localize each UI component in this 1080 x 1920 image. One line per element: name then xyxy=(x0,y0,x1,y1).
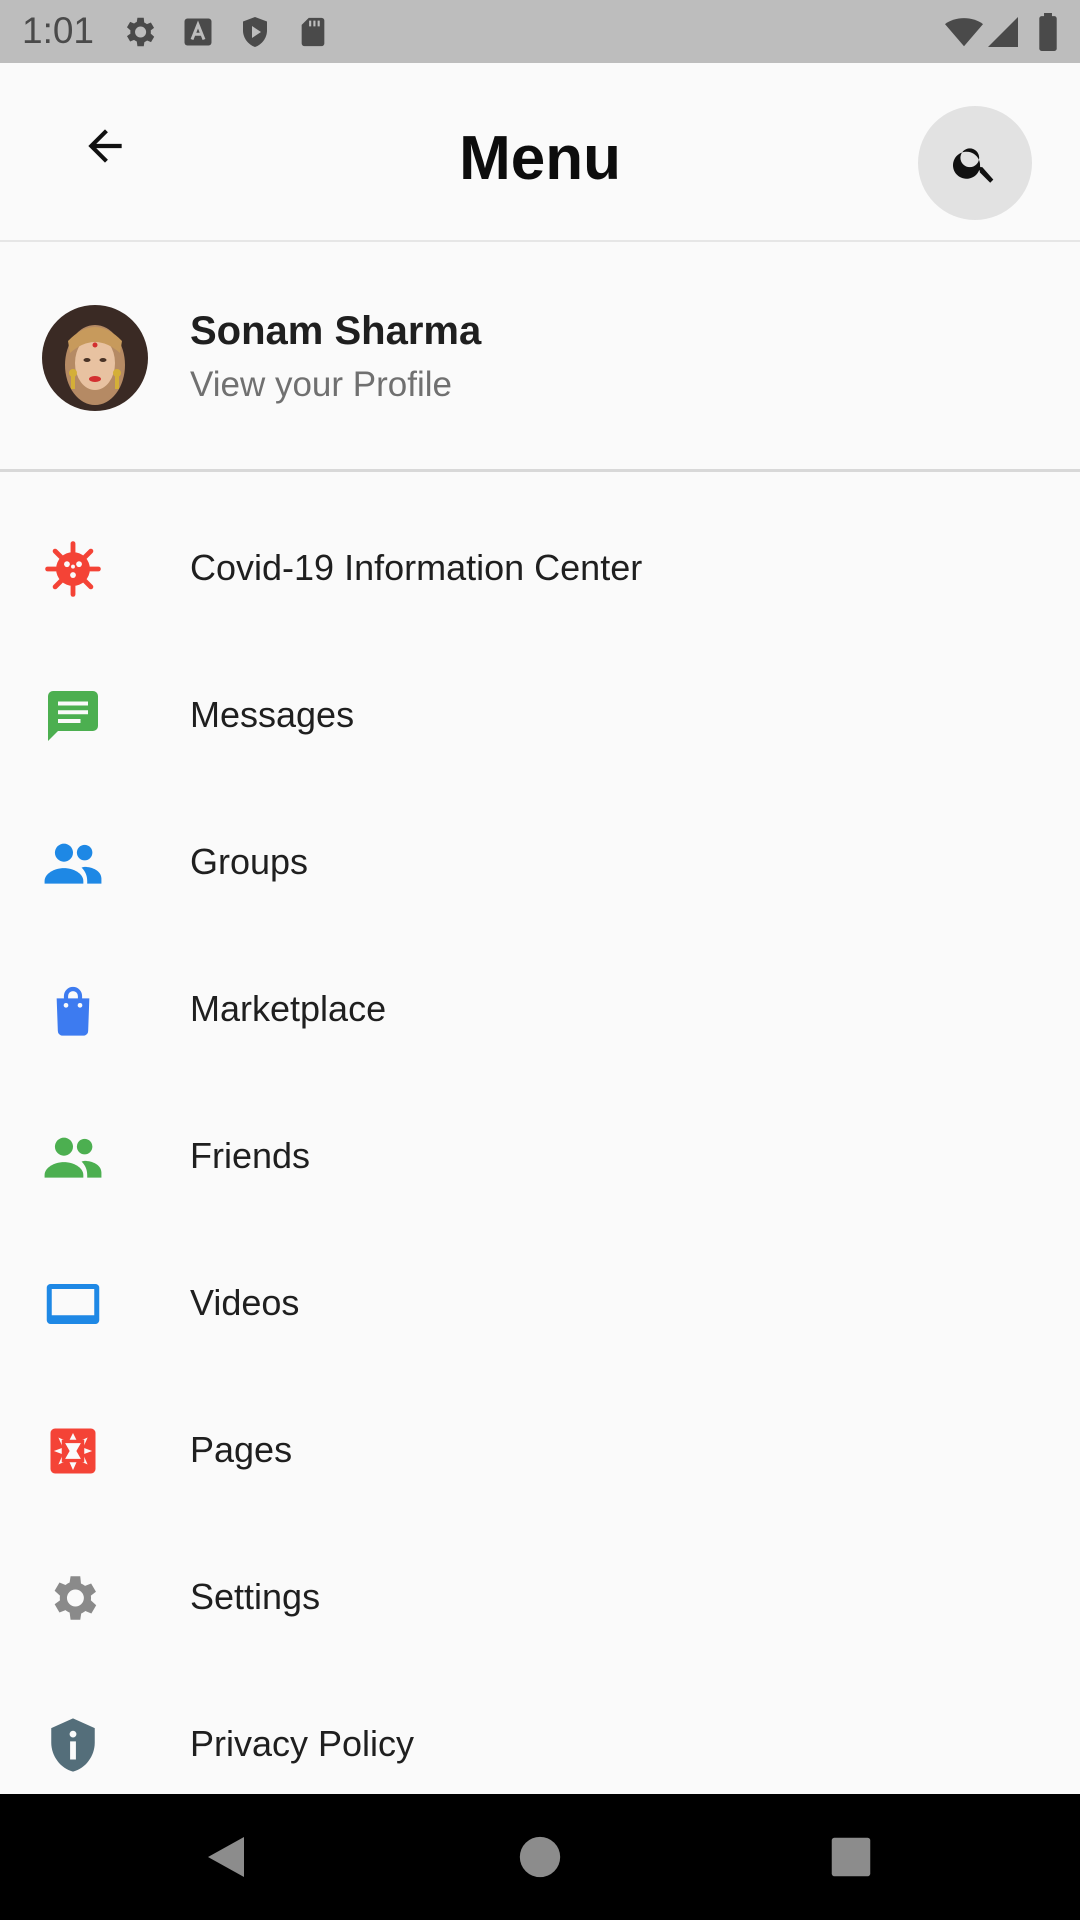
menu-item-label: Messages xyxy=(190,694,355,735)
gear-icon xyxy=(54,1576,97,1620)
settings-status-icon xyxy=(126,17,155,47)
nav-back-button[interactable] xyxy=(195,1826,257,1888)
cell-signal-status-icon xyxy=(988,17,1018,47)
pages-flag-icon xyxy=(50,1428,96,1474)
status-bar: 1:01 xyxy=(0,0,1080,63)
font-status-icon xyxy=(184,18,212,46)
video-screen-icon xyxy=(46,1284,100,1324)
friends-icon xyxy=(44,1137,102,1178)
menu-list: Covid-19 Information Center Messages Gro… xyxy=(0,494,1080,1817)
nav-recents-square-icon xyxy=(831,1837,871,1877)
wifi-status-icon xyxy=(945,18,983,47)
app-bar: Menu xyxy=(0,63,1080,242)
menu-item-label: Friends xyxy=(190,1135,311,1176)
search-icon xyxy=(952,148,994,183)
menu-item-settings[interactable]: Settings xyxy=(0,1523,1080,1670)
menu-item-groups[interactable]: Groups xyxy=(0,788,1080,935)
menu-item-label: Videos xyxy=(190,1282,300,1323)
menu-item-pages[interactable]: Pages xyxy=(0,1376,1080,1523)
privacy-shield-icon xyxy=(51,1718,95,1772)
menu-item-label: Groups xyxy=(190,841,309,882)
menu-item-label: Covid-19 Information Center xyxy=(190,547,643,588)
menu-item-label: Pages xyxy=(190,1429,293,1470)
menu-item-covid-19-information-center[interactable]: Covid-19 Information Center xyxy=(0,494,1080,641)
battery-status-icon xyxy=(1039,13,1057,51)
sd-card-status-icon xyxy=(301,17,325,47)
groups-icon xyxy=(44,843,102,884)
menu-item-label: Settings xyxy=(190,1576,321,1617)
virus-icon xyxy=(45,541,101,597)
nav-recents-button[interactable] xyxy=(820,1826,882,1888)
search-button[interactable] xyxy=(918,106,1032,220)
menu-item-friends[interactable]: Friends xyxy=(0,1082,1080,1229)
menu-item-videos[interactable]: Videos xyxy=(0,1229,1080,1376)
navigation-bar xyxy=(0,1794,1080,1920)
profile-row[interactable]: Sonam Sharma View your Profile xyxy=(0,243,1080,472)
nav-back-triangle-icon xyxy=(208,1837,244,1877)
avatar xyxy=(42,305,148,411)
status-time: 1:01 xyxy=(22,10,95,51)
profile-name: Sonam Sharma xyxy=(190,309,482,353)
shopping-bag-icon xyxy=(56,986,90,1036)
menu-item-messages[interactable]: Messages xyxy=(0,641,1080,788)
play-protect-status-icon xyxy=(243,17,267,47)
menu-item-label: Marketplace xyxy=(190,988,387,1029)
menu-item-label: Privacy Policy xyxy=(190,1723,415,1764)
menu-item-marketplace[interactable]: Marketplace xyxy=(0,935,1080,1082)
nav-home-circle-icon xyxy=(519,1836,561,1878)
view-profile-link[interactable]: View your Profile xyxy=(190,365,452,405)
nav-home-button[interactable] xyxy=(509,1826,571,1888)
message-icon xyxy=(48,691,98,741)
